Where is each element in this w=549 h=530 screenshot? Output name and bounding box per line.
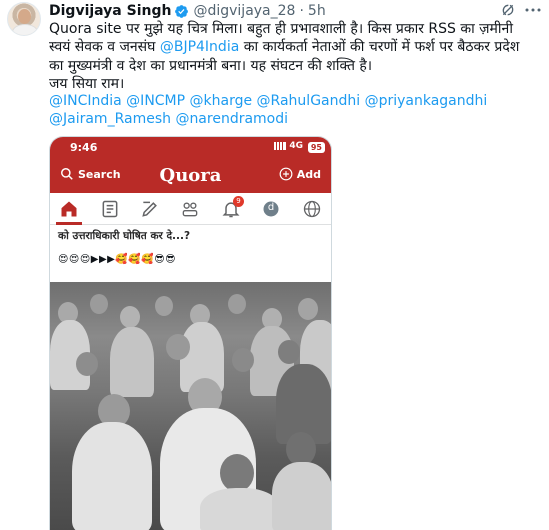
mention-link[interactable]: @BJP4India xyxy=(160,39,239,55)
author-handle[interactable]: @digvijaya_28 xyxy=(193,3,295,19)
add-icon xyxy=(279,167,293,181)
active-tab-indicator xyxy=(56,222,82,225)
quora-add-button[interactable]: Add xyxy=(279,167,321,181)
verified-badge-icon xyxy=(175,4,189,18)
network-indicator: 4G xyxy=(274,141,303,151)
globe-icon[interactable] xyxy=(302,199,322,219)
tweet-text-line: जय सिया राम। xyxy=(49,76,125,93)
tweet-text-line: का मुख्यमंत्री व देश का प्रधानमंत्री बना… xyxy=(49,57,373,74)
more-icon[interactable] xyxy=(524,3,542,17)
tweet-media-image[interactable]: 9:46 4G 95 Search Quora Add 9 d को उत्तर… xyxy=(49,136,332,530)
mention-tags-line[interactable]: @INCIndia @INCMP @kharge @RahulGandhi @p… xyxy=(49,92,541,110)
author-avatar[interactable] xyxy=(7,2,41,36)
signal-icon xyxy=(274,142,287,150)
quora-top-bar: Search Quora Add xyxy=(50,159,331,193)
tweet-text: Quora site पर मुझे यह चित्र मिला। बहुत ह… xyxy=(49,20,541,94)
feed-icon[interactable] xyxy=(100,199,120,219)
quora-nav-bar: 9 d xyxy=(50,193,331,225)
profile-initial: d xyxy=(267,202,275,213)
tweet-text-line: Quora site पर मुझे यह चित्र मिला। बहुत ह… xyxy=(49,21,513,37)
tweet-header: Digvijaya Singh @digvijaya_28 · 5h xyxy=(49,2,326,20)
write-icon[interactable] xyxy=(140,199,160,219)
notification-badge: 9 xyxy=(233,196,244,207)
battery-indicator: 95 xyxy=(307,142,325,153)
author-name[interactable]: Digvijaya Singh xyxy=(49,3,171,19)
crowd-photo xyxy=(50,282,331,530)
tweet-timestamp[interactable]: 5h xyxy=(308,3,326,19)
question-text[interactable]: को उत्तराधिकारी घोषित कर दे...? xyxy=(58,229,190,243)
tweet-text-line: स्वयं सेवक व जनसंघ @BJP4India का कार्यकर… xyxy=(49,39,520,56)
header-separator: · xyxy=(299,3,304,19)
spaces-icon[interactable] xyxy=(180,199,200,219)
status-time: 9:46 xyxy=(70,141,98,154)
mention-tags: @INCIndia @INCMP @kharge @RahulGandhi @p… xyxy=(49,92,541,129)
phone-status-bar: 9:46 4G 95 xyxy=(50,137,331,159)
mention-tags-line[interactable]: @Jairam_Ramesh @narendramodi xyxy=(49,110,541,128)
grok-icon[interactable] xyxy=(500,2,516,18)
emoji-line: 😍😍😍▶▶▶🥰🥰🥰😎😎 xyxy=(58,254,177,265)
home-icon[interactable] xyxy=(59,199,79,219)
